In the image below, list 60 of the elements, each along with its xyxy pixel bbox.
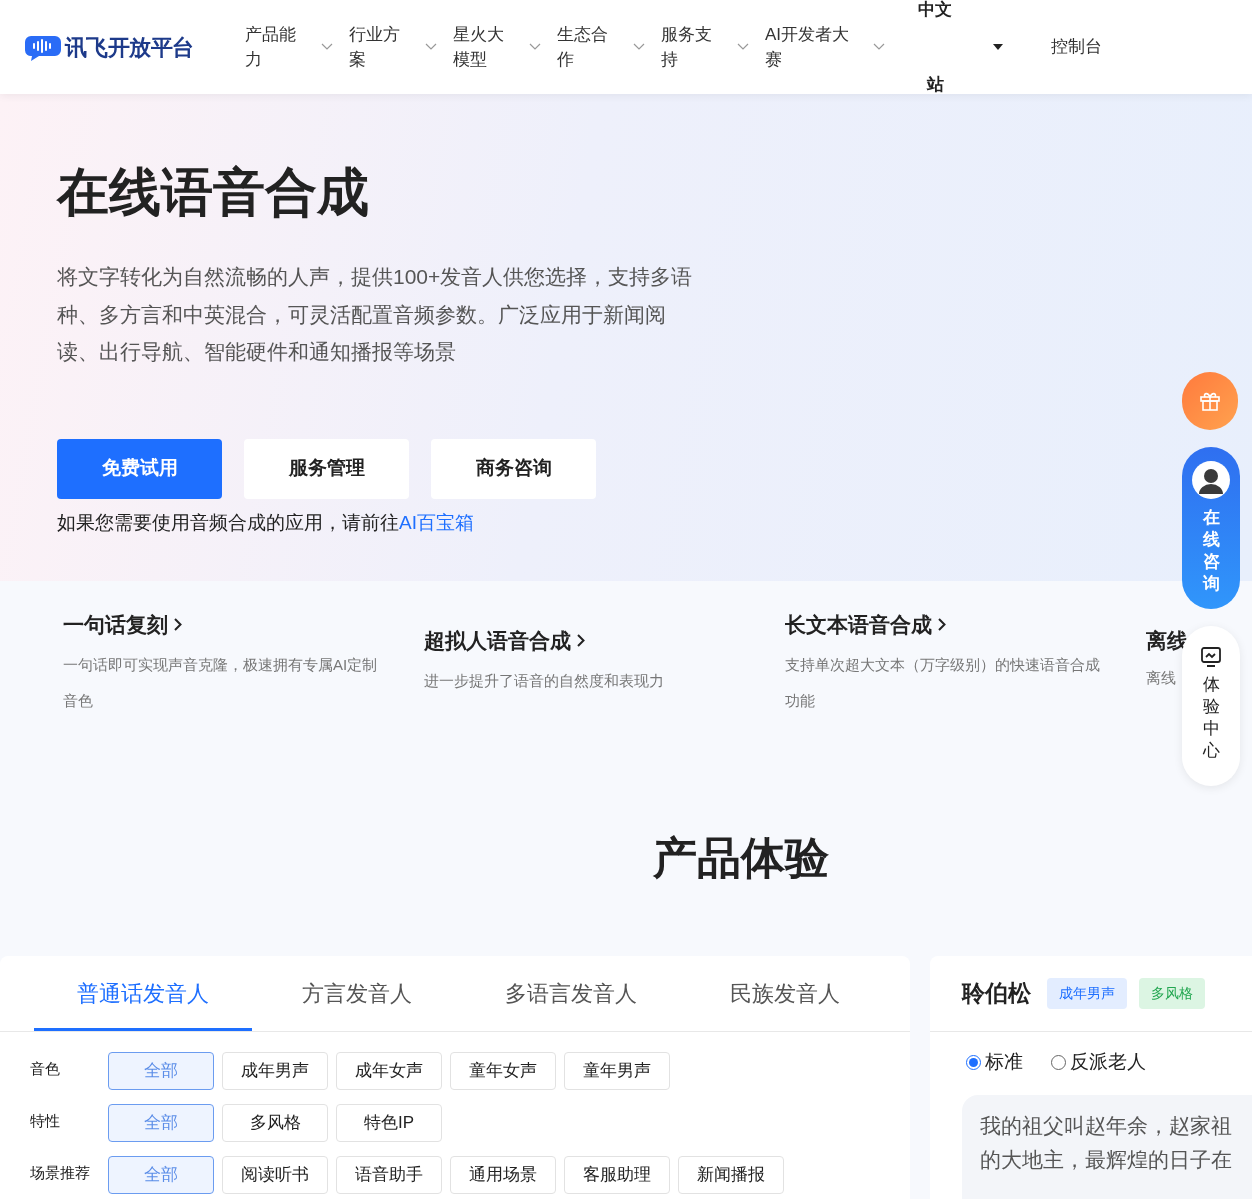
feature-title-link[interactable]: 超拟人语音合成 [424,625,585,657]
feature-description-fragment: 离线 [1146,667,1176,688]
filter-chip[interactable]: 特色IP [336,1104,442,1142]
style-label: 反派老人 [1070,1050,1146,1074]
language-menu[interactable]: 中文站 [917,0,1003,122]
console-link[interactable]: 控制台 [1051,34,1102,60]
online-consult-button[interactable]: 在线咨询 [1182,447,1240,609]
filter-chip[interactable]: 童年男声 [564,1052,670,1090]
feature-description: 支持单次超大文本（万字级别）的快速语音合成功能 [785,654,1101,711]
chevron-down-icon [873,43,885,51]
filter-chip[interactable]: 多风格 [222,1104,328,1142]
ai-toolbox-link[interactable]: AI百宝箱 [399,511,474,533]
voice-tab[interactable]: 普通话发音人 [34,955,252,1031]
feature-title-link[interactable]: 长文本语音合成 [785,609,946,641]
hero-description: 将文字转化为自然流畅的人声，提供100+发音人供您选择，支持多语种、多方言和中英混合，可灵活配置音频参数。广泛应用于新闻阅读、出行导航、智能硬件和通知播报等场景 [57,264,694,365]
caret-down-icon [993,44,1003,50]
chevron-right-icon [174,618,182,632]
feature-title-link[interactable]: 一句话复刻 [63,609,182,641]
monitor-icon [1200,646,1222,668]
feature-description: 一句话即可实现声音克隆，极速拥有专属AI定制音色 [63,654,379,711]
chevron-down-icon [321,43,333,51]
secondary-button[interactable]: 服务管理 [244,438,409,499]
filter-chip[interactable]: 通用场景 [450,1156,556,1194]
filter-label: 音色 [30,1059,61,1079]
sample-text-line: 我的祖父叫赵年余，赵家祖 [980,1112,1233,1140]
chevron-down-icon [425,43,437,51]
secondary-button[interactable]: 商务咨询 [431,438,596,499]
feature-description: 进一步提升了语音的自然度和表现力 [424,670,665,691]
filter-label: 特性 [30,1111,61,1131]
nav-menu-item[interactable]: 服务支持 [661,22,749,72]
voice-name: 聆伯松 [962,979,1031,1009]
voice-tag: 成年男声 [1047,978,1127,1009]
filter-label: 场景推荐 [30,1163,91,1183]
sample-text-line: 的大地主，最辉煌的日子在 [980,1146,1233,1174]
gift-icon [1199,390,1221,412]
filter-chip[interactable]: 客服助理 [564,1156,670,1194]
filter-chip[interactable]: 成年男声 [222,1052,328,1090]
hint-text: 如果您需要使用音频合成的应用，请前往 [57,511,399,533]
nav-menu-item[interactable]: 产品能力 [245,22,333,72]
voice-tag: 多风格 [1139,978,1205,1009]
filter-chip[interactable]: 阅读听书 [222,1156,328,1194]
logo-text: 讯飞开放平台 [65,33,194,62]
filter-chip[interactable]: 成年女声 [336,1052,442,1090]
page-title: 在线语音合成 [57,166,370,218]
nav-menu-item[interactable]: AI开发者大赛 [765,22,885,72]
section-title: 产品体验 [652,836,830,880]
filter-chip[interactable]: 新闻播报 [678,1156,784,1194]
free-trial-button[interactable]: 免费试用 [57,438,222,499]
chevron-down-icon [737,43,749,51]
chevron-right-icon [577,634,585,648]
chevron-right-icon [938,618,946,632]
nav-menu-item[interactable]: 行业方案 [349,22,437,72]
style-label: 标准 [985,1050,1023,1074]
nav-menu-item[interactable]: 星火大模型 [453,22,541,72]
filter-chip[interactable]: 语音助手 [336,1156,442,1194]
chevron-down-icon [633,43,645,51]
filter-chip[interactable]: 童年女声 [450,1052,556,1090]
nav-menu-item[interactable]: 生态合作 [557,22,645,72]
avatar-icon [1192,461,1230,499]
chevron-down-icon [529,43,541,51]
